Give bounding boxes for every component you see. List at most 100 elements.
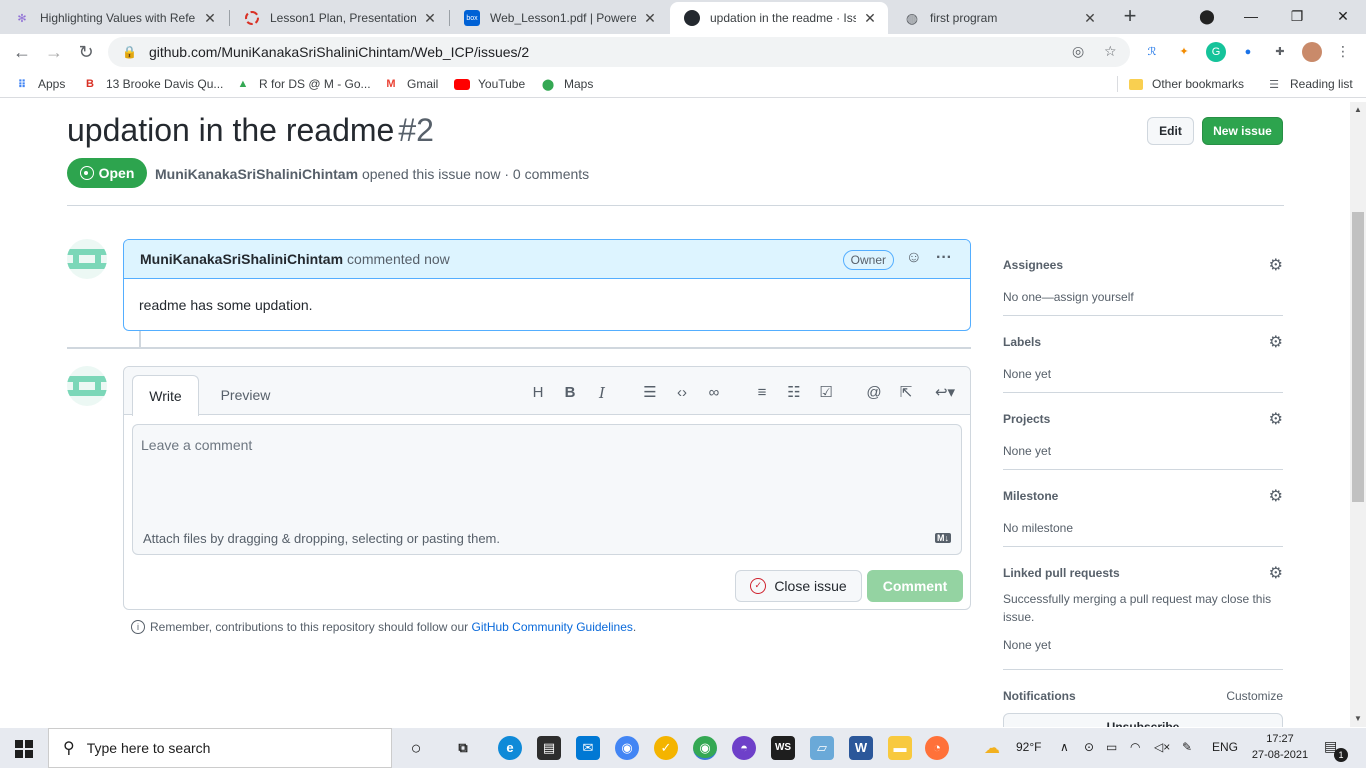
norton-icon[interactable]: ✓ xyxy=(654,736,678,760)
file-explorer-icon[interactable]: ▬ xyxy=(888,736,912,760)
taskbar-clock[interactable]: 17:27 27-08-2021 xyxy=(1250,731,1310,763)
weather-icon[interactable]: ☁ xyxy=(984,738,1000,758)
gear-icon[interactable]: ⚙ xyxy=(1269,486,1283,506)
italic-icon[interactable]: I xyxy=(592,383,612,403)
close-window-button[interactable]: ✕ xyxy=(1320,0,1366,32)
firefox-icon[interactable]: ◔ xyxy=(925,736,949,760)
close-tab-icon[interactable]: ✕ xyxy=(422,10,438,27)
cortana-icon[interactable]: ○ xyxy=(404,736,428,760)
bookmark-brooke-davis[interactable]: B 13 Brooke Davis Qu... xyxy=(82,76,223,92)
issue-author-link[interactable]: MuniKanakaSriShaliniChintam xyxy=(155,166,358,182)
scroll-down-icon[interactable]: ▼ xyxy=(1354,714,1362,723)
webstorm-icon[interactable]: WS xyxy=(771,736,795,760)
bullet-list-icon[interactable]: ≡ xyxy=(752,383,772,403)
browser-menu-icon[interactable]: ⋮ xyxy=(1336,43,1350,60)
emoji-reaction-icon[interactable]: ☺ xyxy=(906,249,922,267)
mention-icon[interactable]: @ xyxy=(864,383,884,403)
browser-tab[interactable]: box Web_Lesson1.pdf | Powered b ✕ xyxy=(450,2,668,34)
avatar[interactable] xyxy=(67,366,107,406)
code-icon[interactable]: ‹› xyxy=(672,383,692,403)
translate-extension-icon[interactable]: ℛ xyxy=(1142,42,1162,62)
back-icon[interactable]: ← xyxy=(10,40,34,64)
close-tab-icon[interactable]: ✕ xyxy=(642,10,658,27)
restore-button[interactable]: ❐ xyxy=(1274,0,1320,32)
comment-timestamp[interactable]: commented now xyxy=(347,251,450,267)
chrome-profile-icon[interactable]: ◉ xyxy=(693,736,717,760)
tab-write[interactable]: Write xyxy=(132,375,199,416)
browser-tab[interactable]: ✻ Highlighting Values with Refe ✕ xyxy=(0,2,228,34)
chrome-icon[interactable]: ◉ xyxy=(615,736,639,760)
gear-icon[interactable]: ⚙ xyxy=(1269,332,1283,352)
link-icon[interactable]: ∞ xyxy=(704,383,724,403)
unsubscribe-button[interactable]: Unsubscribe xyxy=(1003,713,1283,727)
browser-tab-active[interactable]: updation in the readme · Issu ✕ xyxy=(670,2,888,34)
comment-button[interactable]: Comment xyxy=(867,570,963,602)
reading-list-button[interactable]: ☰ Reading list xyxy=(1266,76,1353,92)
files-icon[interactable]: ▱ xyxy=(810,736,834,760)
wifi-icon[interactable]: ◠ xyxy=(1130,740,1140,754)
close-issue-button[interactable]: ✓ Close issue xyxy=(735,570,862,602)
windows-start-icon[interactable] xyxy=(15,740,33,758)
page-scrollbar[interactable]: ▲ ▼ xyxy=(1350,102,1366,727)
bookmark-apps[interactable]: ⠿ Apps xyxy=(14,76,66,92)
language-indicator[interactable]: ENG xyxy=(1212,740,1238,754)
gear-icon[interactable]: ⚙ xyxy=(1269,255,1283,275)
more-options-icon[interactable]: ··· xyxy=(936,249,952,267)
grammarly-icon[interactable]: G xyxy=(1206,42,1226,62)
quote-icon[interactable]: ☰ xyxy=(640,383,660,403)
microphone-icon[interactable]: ● xyxy=(1238,42,1258,62)
taskbar-search[interactable]: ⚲ Type here to search xyxy=(48,728,392,768)
address-bar[interactable]: 🔒 github.com/MuniKanakaSriShaliniChintam… xyxy=(108,37,1130,67)
eye-off-icon[interactable]: ◎ xyxy=(1072,43,1084,60)
minimize-button[interactable]: — xyxy=(1228,0,1274,32)
extensions-puzzle-icon[interactable]: ✚ xyxy=(1270,42,1290,62)
close-tab-icon[interactable]: ✕ xyxy=(202,10,218,27)
heading-icon[interactable]: H xyxy=(528,383,548,403)
markdown-icon[interactable]: M↓ xyxy=(935,533,951,543)
cross-reference-icon[interactable]: ⇱ xyxy=(896,383,916,403)
pen-icon[interactable]: ✎ xyxy=(1182,740,1192,754)
scroll-up-icon[interactable]: ▲ xyxy=(1354,105,1362,114)
tab-search-icon[interactable]: ⬤ xyxy=(1184,0,1230,32)
store-icon[interactable]: ▤ xyxy=(537,736,561,760)
weather-temp[interactable]: 92°F xyxy=(1016,740,1041,754)
new-issue-button[interactable]: New issue xyxy=(1202,117,1283,145)
new-tab-button[interactable]: + xyxy=(1118,5,1142,29)
saved-replies-icon[interactable]: ↩▾ xyxy=(930,383,960,403)
edge-icon[interactable]: e xyxy=(498,736,522,760)
bookmark-maps[interactable]: ⬤ Maps xyxy=(540,76,594,92)
tab-preview[interactable]: Preview xyxy=(212,375,279,415)
word-icon[interactable]: W xyxy=(849,736,873,760)
customize-link[interactable]: Customize xyxy=(1226,689,1283,703)
edit-button[interactable]: Edit xyxy=(1147,117,1194,145)
mail-icon[interactable]: ✉ xyxy=(576,736,600,760)
chevron-up-icon[interactable]: ∧ xyxy=(1060,740,1069,754)
bold-icon[interactable]: B xyxy=(560,383,580,403)
key-extension-icon[interactable]: ✦ xyxy=(1174,42,1194,62)
task-list-icon[interactable]: ☑ xyxy=(816,383,836,403)
comment-author-link[interactable]: MuniKanakaSriShaliniChintam xyxy=(140,251,343,267)
scrollbar-thumb[interactable] xyxy=(1352,212,1364,502)
bookmark-r-for-ds[interactable]: ▲ R for DS @ M - Go... xyxy=(235,76,371,92)
comment-textarea[interactable]: Leave a comment xyxy=(132,424,962,524)
volume-muted-icon[interactable]: ◁× xyxy=(1154,740,1170,754)
avatar[interactable] xyxy=(67,239,107,279)
browser-tab[interactable]: Lesson1 Plan, Presentation, S ✕ xyxy=(230,2,448,34)
browser-tab[interactable]: ◍ first program ✕ xyxy=(890,2,1108,34)
github-desktop-icon[interactable]: ◓ xyxy=(732,736,756,760)
assign-yourself-link[interactable]: No one—assign yourself xyxy=(1003,288,1283,306)
attach-files-area[interactable]: Attach files by dragging & dropping, sel… xyxy=(132,523,962,555)
gear-icon[interactable]: ⚙ xyxy=(1269,409,1283,429)
profile-avatar[interactable] xyxy=(1302,42,1322,62)
bookmark-gmail[interactable]: M Gmail xyxy=(383,76,438,92)
bookmark-youtube[interactable]: YouTube xyxy=(454,76,525,92)
reload-icon[interactable]: ↻ xyxy=(74,40,98,64)
numbered-list-icon[interactable]: ☷ xyxy=(784,383,804,403)
gear-icon[interactable]: ⚙ xyxy=(1269,563,1283,583)
bookmark-star-icon[interactable]: ☆ xyxy=(1104,43,1117,60)
battery-icon[interactable]: ▭ xyxy=(1106,740,1117,754)
close-tab-icon[interactable]: ✕ xyxy=(862,10,878,27)
close-tab-icon[interactable]: ✕ xyxy=(1082,10,1098,27)
forward-icon[interactable]: → xyxy=(42,40,66,64)
meet-now-icon[interactable]: ⊙ xyxy=(1084,740,1094,754)
